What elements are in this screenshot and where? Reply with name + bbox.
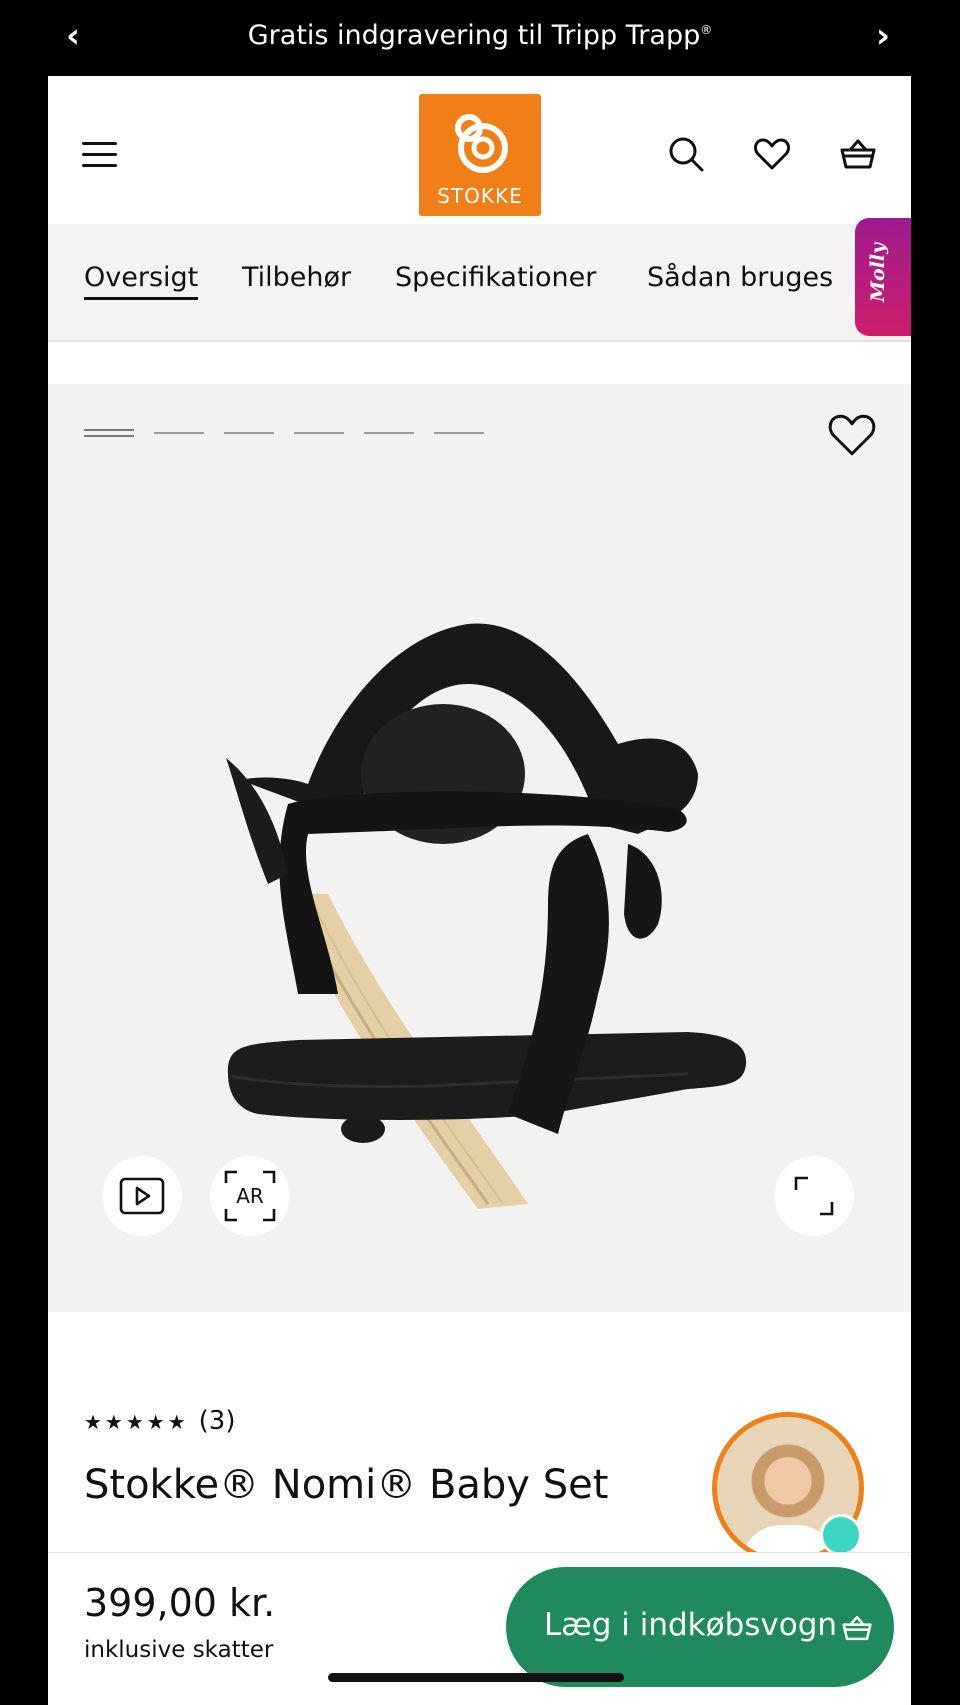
play-icon bbox=[119, 1177, 165, 1215]
basket-icon bbox=[842, 1615, 872, 1641]
product-gallery[interactable]: AR bbox=[48, 384, 911, 1312]
gallery-dot[interactable] bbox=[294, 432, 344, 434]
app-screen: STOKKE Oversigt Tilbehør Specifikationer… bbox=[48, 76, 911, 1705]
expand-button[interactable] bbox=[774, 1156, 854, 1236]
promo-label: Gratis indgravering til Tripp Trapp bbox=[247, 20, 701, 51]
purchase-bar: 399,00 kr. inklusive skatter Læg i indkø… bbox=[48, 1552, 911, 1705]
menu-icon[interactable] bbox=[82, 142, 117, 168]
tab-sadan-bruges[interactable]: Sådan bruges bbox=[647, 262, 833, 293]
stokke-logo[interactable]: STOKKE bbox=[419, 94, 541, 216]
basket-icon[interactable] bbox=[838, 134, 878, 174]
logo-mark-icon bbox=[455, 114, 508, 173]
product-image bbox=[226, 623, 747, 1209]
gallery-dot[interactable] bbox=[364, 432, 414, 434]
online-status-indicator bbox=[820, 1514, 862, 1556]
expand-icon bbox=[794, 1176, 834, 1216]
add-to-cart-label: Læg i indkøbsvogn bbox=[544, 1607, 838, 1643]
rating[interactable]: ★★★★★ (3) bbox=[84, 1406, 236, 1436]
add-to-cart-button[interactable]: Læg i indkøbsvogn bbox=[506, 1567, 894, 1687]
rating-stars: ★★★★★ bbox=[84, 1410, 189, 1434]
tax-note: inklusive skatter bbox=[84, 1637, 274, 1663]
product-tabs: Oversigt Tilbehør Specifikationer Sådan … bbox=[48, 224, 911, 342]
molly-label: Molly bbox=[867, 242, 889, 302]
search-icon[interactable] bbox=[666, 134, 706, 174]
heart-icon[interactable] bbox=[752, 134, 792, 174]
gallery-dot[interactable] bbox=[224, 432, 274, 434]
site-header: STOKKE bbox=[48, 76, 911, 224]
tab-oversigt[interactable]: Oversigt bbox=[84, 262, 199, 300]
video-button[interactable] bbox=[102, 1156, 182, 1236]
promo-text[interactable]: Gratis indgravering til Tripp Trapp® bbox=[0, 20, 960, 51]
logo-text: STOKKE bbox=[437, 184, 523, 208]
review-count: (3) bbox=[198, 1406, 236, 1436]
ar-label: AR bbox=[236, 1184, 264, 1208]
ar-button[interactable]: AR bbox=[210, 1156, 290, 1236]
molly-assistant-button[interactable]: Molly bbox=[855, 218, 911, 336]
gallery-dot[interactable] bbox=[84, 429, 134, 437]
product-title: Stokke® Nomi® Baby Set bbox=[84, 1462, 609, 1508]
wishlist-heart-icon[interactable] bbox=[827, 412, 877, 458]
gallery-dot[interactable] bbox=[434, 432, 484, 434]
product-price: 399,00 kr. bbox=[84, 1581, 276, 1625]
registered-mark: ® bbox=[700, 23, 713, 37]
chevron-right-icon[interactable]: › bbox=[876, 16, 890, 56]
tab-tilbehor[interactable]: Tilbehør bbox=[242, 262, 351, 293]
gallery-dot[interactable] bbox=[154, 432, 204, 434]
promo-bar: ‹ Gratis indgravering til Tripp Trapp® › bbox=[0, 0, 960, 74]
home-indicator bbox=[328, 1673, 624, 1682]
tab-specifikationer[interactable]: Specifikationer bbox=[395, 262, 596, 293]
